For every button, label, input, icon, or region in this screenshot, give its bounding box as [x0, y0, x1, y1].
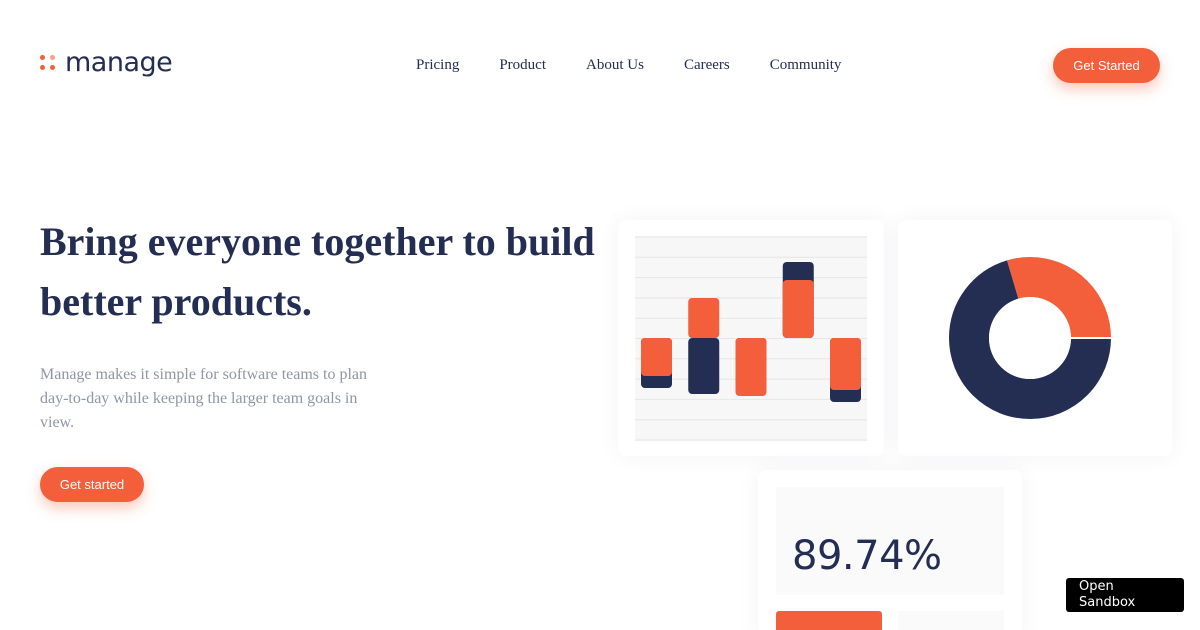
- nav-item-community[interactable]: Community: [770, 55, 842, 75]
- donut-chart: [949, 257, 1112, 419]
- logo-text: manage: [65, 47, 173, 78]
- bar-chart: [635, 236, 867, 441]
- nav-item-careers[interactable]: Careers: [684, 55, 730, 75]
- donut-hole: [989, 297, 1071, 379]
- bar-mark: [641, 338, 672, 376]
- bar-mark: [782, 280, 814, 338]
- stat-bar-grey: [898, 611, 1004, 630]
- bar-mark: [830, 338, 861, 390]
- bar-mark: [735, 338, 767, 396]
- main-nav: Pricing Product About Us Careers Communi…: [416, 55, 881, 75]
- stat-bar-orange: [776, 611, 882, 630]
- open-sandbox-button[interactable]: Open Sandbox: [1066, 578, 1184, 612]
- bar-mark: [688, 338, 720, 394]
- get-started-header-button[interactable]: Get Started: [1053, 48, 1160, 83]
- stat-value: 89.74%: [792, 533, 942, 579]
- hero-description: Manage makes it simple for software team…: [40, 366, 368, 431]
- hero-title: Bring everyone together to build better …: [40, 219, 595, 324]
- nav-item-pricing[interactable]: Pricing: [416, 55, 459, 75]
- logo[interactable]: manage: [40, 47, 173, 78]
- nav-item-about-us[interactable]: About Us: [586, 55, 644, 75]
- logo-dots-icon: [40, 55, 56, 71]
- bar-mark: [688, 298, 720, 338]
- nav-item-product[interactable]: Product: [499, 55, 546, 75]
- get-started-hero-button[interactable]: Get started: [40, 467, 144, 502]
